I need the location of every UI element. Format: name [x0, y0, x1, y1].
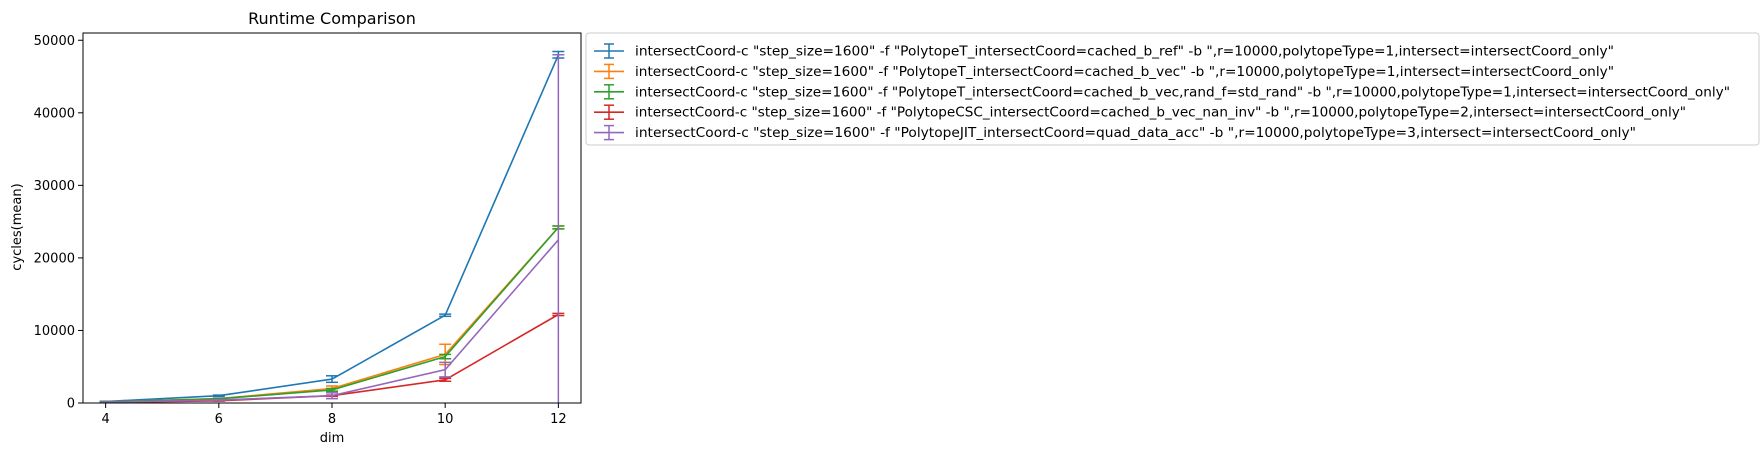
y-tick-label: 10000 [34, 324, 75, 339]
y-axis-title: cycles(mean) [10, 183, 25, 270]
series-4 [99, 54, 565, 403]
error-bar-4-4 [552, 54, 565, 403]
y-tick-label: 20000 [34, 251, 75, 266]
legend-label: intersectCoord-c "step_size=1600" -f "Po… [635, 106, 1686, 121]
y-tick-label: 30000 [34, 179, 75, 194]
legend-item-0: intersectCoord-c "step_size=1600" -f "Po… [594, 43, 1614, 60]
x-tick-label: 10 [437, 412, 454, 427]
y-tick-label: 40000 [34, 106, 75, 121]
legend-label: intersectCoord-c "step_size=1600" -f "Po… [635, 126, 1636, 141]
x-tick-label: 6 [215, 412, 223, 427]
y-tick-label: 50000 [34, 34, 75, 49]
legend-item-3: intersectCoord-c "step_size=1600" -f "Po… [594, 104, 1686, 121]
error-bar-0-3 [439, 313, 452, 318]
axes: 4 6 8 10 12 0 10000 20000 30000 40000 50000 [34, 32, 582, 427]
error-bar-4-1 [212, 398, 225, 402]
legend-item-4: intersectCoord-c "step_size=1600" -f "Po… [594, 124, 1636, 141]
chart-svg: Runtime Comparison 4 6 8 10 12 0 10000 20000 300… [10, 9, 1760, 446]
chart-title: Runtime Comparison [248, 9, 416, 28]
x-tick-label: 4 [101, 412, 109, 427]
y-tick-label: 0 [67, 397, 75, 412]
axes-frame [82, 32, 582, 404]
legend-item-2: intersectCoord-c "step_size=1600" -f "Po… [594, 84, 1730, 100]
legend-label: intersectCoord-c "step_size=1600" -f "Po… [635, 45, 1614, 60]
series-0 [99, 50, 565, 403]
legend-item-1: intersectCoord-c "step_size=1600" -f "Po… [594, 63, 1614, 80]
x-tick-label: 8 [328, 412, 336, 427]
legend-label: intersectCoord-c "step_size=1600" -f "Po… [635, 85, 1730, 100]
x-axis-title: dim [320, 431, 345, 446]
error-bar-0-1 [212, 394, 225, 398]
legend-label: intersectCoord-c "step_size=1600" -f "Po… [635, 65, 1614, 80]
chart-root: Runtime Comparison 4 6 8 10 12 0 10000 20000 300… [0, 0, 1762, 455]
error-bar-2-3 [439, 353, 452, 360]
series-line-0 [105, 54, 560, 403]
plot-area [99, 50, 565, 403]
legend: intersectCoord-c "step_size=1600" -f "Po… [585, 32, 1760, 146]
x-tick-label: 12 [550, 412, 567, 427]
